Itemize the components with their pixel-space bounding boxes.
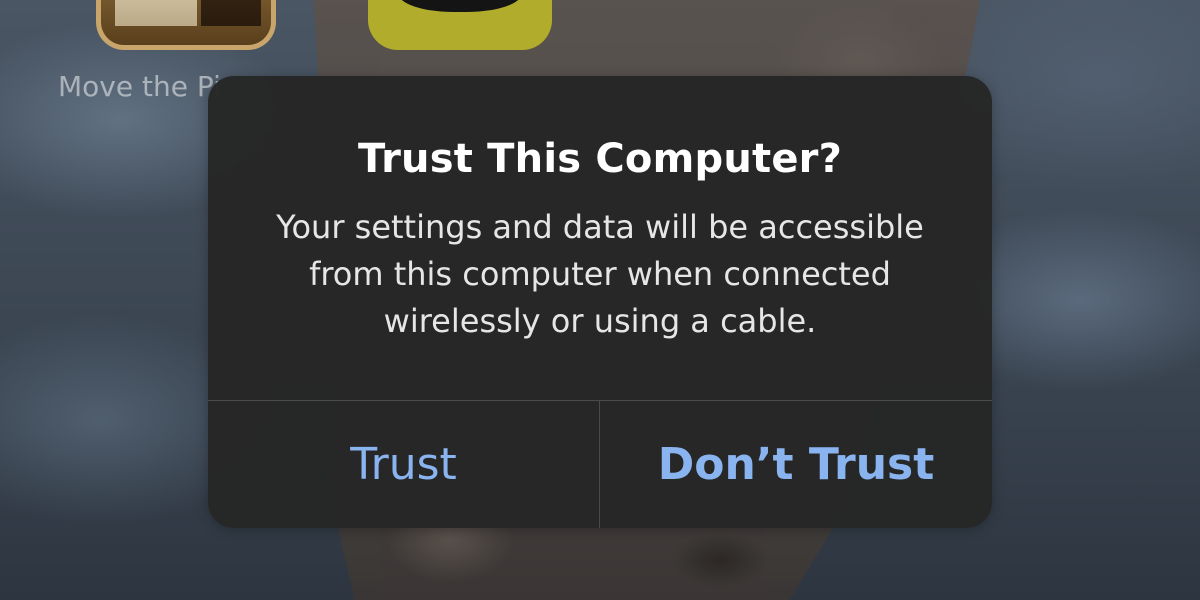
dont-trust-button[interactable]: Don’t Trust	[600, 401, 992, 528]
app-label: Move the Pi	[58, 70, 221, 103]
app-icon-puzzle-left-panel	[115, 0, 197, 26]
app-icon-puzzle[interactable]	[96, 0, 276, 50]
alert-title: Trust This Computer?	[358, 136, 842, 182]
alert-message: Your settings and data will be accessibl…	[276, 208, 924, 340]
home-screen: Move the Pi Trust This Computer? Your se…	[0, 0, 1200, 600]
app-icon-puzzle-right-panel	[201, 0, 261, 26]
app-icon-yellow-glyph	[398, 0, 522, 12]
trust-alert-dialog: Trust This Computer? Your settings and d…	[208, 76, 992, 528]
trust-button[interactable]: Trust	[208, 401, 599, 528]
app-icon-yellow[interactable]	[368, 0, 552, 50]
